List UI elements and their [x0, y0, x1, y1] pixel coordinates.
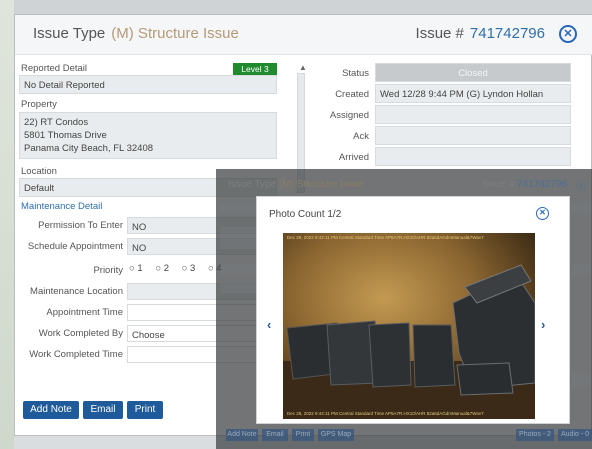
- dialog-header: Issue Type (M) Structure Issue Issue # 741…: [15, 15, 592, 55]
- maintenance-detail-link[interactable]: Maintenance Detail: [21, 201, 102, 212]
- ghost-field: [220, 283, 260, 293]
- add-note-button[interactable]: Add Note: [23, 401, 79, 419]
- issue-photo[interactable]: Dec 28, 2022 9:44:11 PM Central Standard…: [283, 233, 535, 419]
- location-label: Location: [21, 166, 57, 177]
- chevron-right-icon[interactable]: ›: [541, 317, 545, 332]
- assigned-field[interactable]: [375, 105, 571, 124]
- created-field: Wed 12/28 9:44 PM (G) Lyndon Hollan: [375, 84, 571, 103]
- ghost-field: [220, 265, 260, 275]
- ghost-title: Issue Type (M) Structure Issue: [228, 179, 364, 190]
- issue-number[interactable]: 741742796: [470, 25, 545, 42]
- ack-field[interactable]: [375, 126, 571, 145]
- priority-radio-1[interactable]: ○ 1: [129, 263, 148, 274]
- photo-caption-bottom: Dec 28, 2022 9:44:11 PM Central Standard…: [287, 411, 484, 416]
- ghost-add-note-button: Add Note: [226, 429, 258, 441]
- email-button[interactable]: Email: [83, 401, 123, 419]
- reported-detail-field[interactable]: No Detail Reported: [19, 75, 277, 94]
- issue-type-label: Issue Type: [33, 25, 106, 42]
- priority-label: Priority: [93, 265, 123, 276]
- ghost-field: [572, 265, 590, 275]
- issue-number-label: Issue #: [415, 25, 464, 42]
- close-icon[interactable]: ✕: [559, 25, 577, 43]
- status-field: Closed: [375, 63, 571, 82]
- ack-label: Ack: [353, 131, 369, 142]
- priority-radio-3[interactable]: ○ 3: [182, 263, 201, 274]
- ghost-audio-button: Audio - 0: [558, 429, 592, 441]
- dialog-title: Issue Type (M) Structure Issue: [33, 25, 239, 42]
- schedule-label: Schedule Appointment: [27, 241, 123, 252]
- chevron-left-icon[interactable]: ‹: [267, 317, 271, 332]
- issue-type-code: (M) Structure Issue: [111, 25, 239, 42]
- completed-time-label: Work Completed Time: [29, 349, 123, 360]
- print-button[interactable]: Print: [127, 401, 163, 419]
- appointment-time-label: Appointment Time: [46, 307, 123, 318]
- property-field[interactable]: 22) RT Condos 5801 Thomas Drive Panama C…: [19, 112, 277, 159]
- ghost-photos-button: Photos - 2: [516, 429, 554, 441]
- ghost-field: [220, 227, 260, 249]
- reported-detail-label: Reported Detail: [21, 63, 88, 74]
- arrived-label: Arrived: [338, 152, 369, 163]
- created-label: Created: [335, 89, 369, 100]
- photo-modal: Photo Count 1/2 ✕ ‹ › Dec 28, 2022 9:44:…: [256, 196, 570, 424]
- property-label: Property: [21, 99, 57, 110]
- property-line: 5801 Thomas Drive: [24, 130, 107, 141]
- priority-radio-2[interactable]: ○ 2: [155, 263, 174, 274]
- ghost-field: [220, 203, 260, 213]
- ghost-gps-map-button: GPS Map: [318, 429, 354, 441]
- photo-caption-top: Dec 28, 2022 9:44:11 PM Central Standard…: [287, 235, 484, 240]
- background-left: [0, 0, 14, 449]
- scroll-up-icon[interactable]: ▲: [299, 63, 307, 72]
- ghost-close-icon: ⓧ: [576, 182, 586, 193]
- status-label: Status: [342, 68, 369, 79]
- ghost-print-button: Print: [292, 429, 314, 441]
- background-top: [0, 0, 592, 14]
- property-line: Panama City Beach, FL 32408: [24, 143, 154, 154]
- ghost-field: [572, 373, 590, 387]
- completed-by-label: Work Completed By: [38, 328, 123, 339]
- arrived-field[interactable]: [375, 147, 571, 166]
- ghost-field: [572, 203, 590, 213]
- ghost-email-button: Email: [262, 429, 288, 441]
- ghost-issue-number: Issue # 741742796: [482, 179, 568, 190]
- photo-count-title: Photo Count 1/2: [269, 209, 342, 220]
- maintenance-location-label: Maintenance Location: [30, 286, 123, 297]
- photo-image: [283, 233, 535, 419]
- property-line: 22) RT Condos: [24, 117, 89, 128]
- assigned-label: Assigned: [329, 110, 369, 121]
- issue-number-group: Issue # 741742796: [416, 25, 545, 42]
- level-badge: Level 3: [233, 63, 277, 75]
- close-icon[interactable]: ✕: [536, 207, 549, 220]
- permission-label: Permission To Enter: [38, 220, 123, 231]
